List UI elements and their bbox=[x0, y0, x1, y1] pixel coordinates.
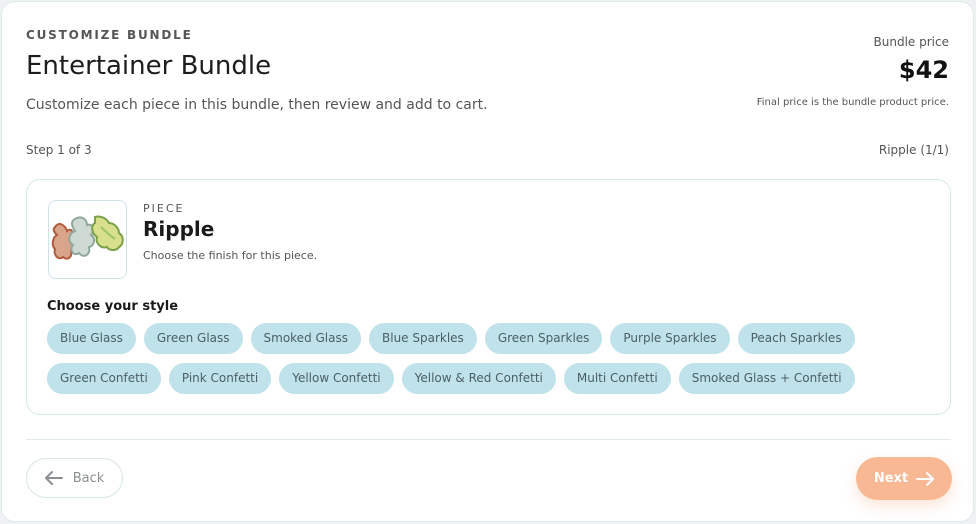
page-subtitle: Customize each piece in this bundle, the… bbox=[26, 97, 488, 113]
back-label: Back bbox=[72, 470, 105, 486]
style-chip[interactable]: Yellow Confetti bbox=[279, 363, 394, 394]
back-button[interactable]: Back bbox=[26, 458, 123, 498]
piece-description: Choose the finish for this piece. bbox=[143, 249, 318, 262]
piece-panel: PIECE Ripple Choose the finish for this … bbox=[26, 179, 951, 415]
style-chip[interactable]: Smoked Glass bbox=[250, 323, 361, 354]
next-button[interactable]: Next bbox=[856, 457, 952, 500]
style-chip[interactable]: Pink Confetti bbox=[168, 363, 272, 394]
style-chip[interactable]: Green Sparkles bbox=[484, 323, 603, 354]
style-options-row-1: Blue Glass Green Glass Smoked Glass Blue… bbox=[47, 323, 855, 354]
style-chip[interactable]: Yellow & Red Confetti bbox=[401, 363, 556, 394]
style-label: Choose your style bbox=[47, 299, 179, 314]
bundle-card: CUSTOMIZE BUNDLE Entertainer Bundle Cust… bbox=[1, 1, 974, 522]
piece-thumbnail bbox=[48, 200, 127, 279]
style-chip[interactable]: Multi Confetti bbox=[563, 363, 671, 394]
step-indicator: Step 1 of 3 bbox=[26, 143, 92, 157]
next-label: Next bbox=[873, 471, 909, 486]
arrow-right-icon bbox=[916, 471, 935, 486]
style-chip[interactable]: Green Confetti bbox=[47, 363, 161, 394]
piece-eyebrow: PIECE bbox=[143, 202, 185, 215]
footer-divider bbox=[26, 439, 951, 440]
piece-name: Ripple bbox=[143, 217, 215, 241]
style-chip[interactable]: Smoked Glass + Confetti bbox=[678, 363, 855, 394]
bundle-price: $42 bbox=[898, 56, 949, 84]
price-note: Final price is the bundle product price. bbox=[756, 97, 949, 108]
style-chip[interactable]: Peach Sparkles bbox=[737, 323, 855, 354]
style-chip[interactable]: Blue Sparkles bbox=[369, 323, 477, 354]
style-chip[interactable]: Green Glass bbox=[143, 323, 243, 354]
style-options-row-2: Green Confetti Pink Confetti Yellow Conf… bbox=[47, 363, 855, 394]
piece-counter: Ripple (1/1) bbox=[878, 143, 949, 157]
style-chip[interactable]: Purple Sparkles bbox=[610, 323, 730, 354]
style-chip[interactable]: Blue Glass bbox=[47, 323, 136, 354]
ripple-dish-image bbox=[49, 201, 126, 278]
section-eyebrow: CUSTOMIZE BUNDLE bbox=[26, 28, 193, 42]
arrow-left-icon bbox=[44, 471, 63, 485]
bundle-price-label: Bundle price bbox=[873, 35, 949, 49]
page-title: Entertainer Bundle bbox=[26, 51, 272, 81]
